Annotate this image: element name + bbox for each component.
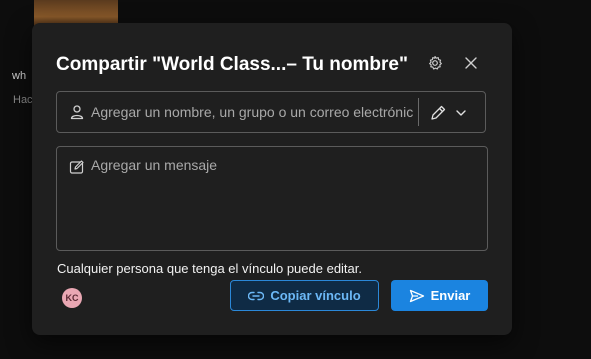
person-icon [70,105,84,120]
avatar[interactable]: KC [62,288,82,308]
copy-link-button[interactable]: Copiar vínculo [230,280,379,311]
copy-link-label: Copiar vínculo [270,288,361,303]
share-dialog: Compartir "World Class...– Tu nombre" Ag… [32,23,512,335]
background-sublabel: Hac [13,94,33,106]
avatar-initials: KC [65,293,79,303]
gear-icon[interactable] [423,51,447,75]
send-icon [409,289,424,302]
pencil-icon [431,105,446,120]
permission-dropdown[interactable] [429,101,477,125]
send-label: Enviar [430,288,471,303]
chevron-down-icon [456,110,466,116]
close-icon[interactable] [459,51,483,75]
recipient-field [56,91,486,133]
background-label: wh [12,70,27,82]
field-divider [418,98,419,126]
send-button[interactable]: Enviar [391,280,488,311]
dialog-title: Compartir "World Class...– Tu nombre" [56,54,408,75]
recipient-input[interactable] [91,100,413,124]
edit-message-icon [69,160,84,174]
link-permission-note: Cualquier persona que tenga el vínculo p… [57,261,362,276]
link-icon [248,291,265,300]
message-input[interactable] [91,157,471,237]
message-field [56,146,488,251]
